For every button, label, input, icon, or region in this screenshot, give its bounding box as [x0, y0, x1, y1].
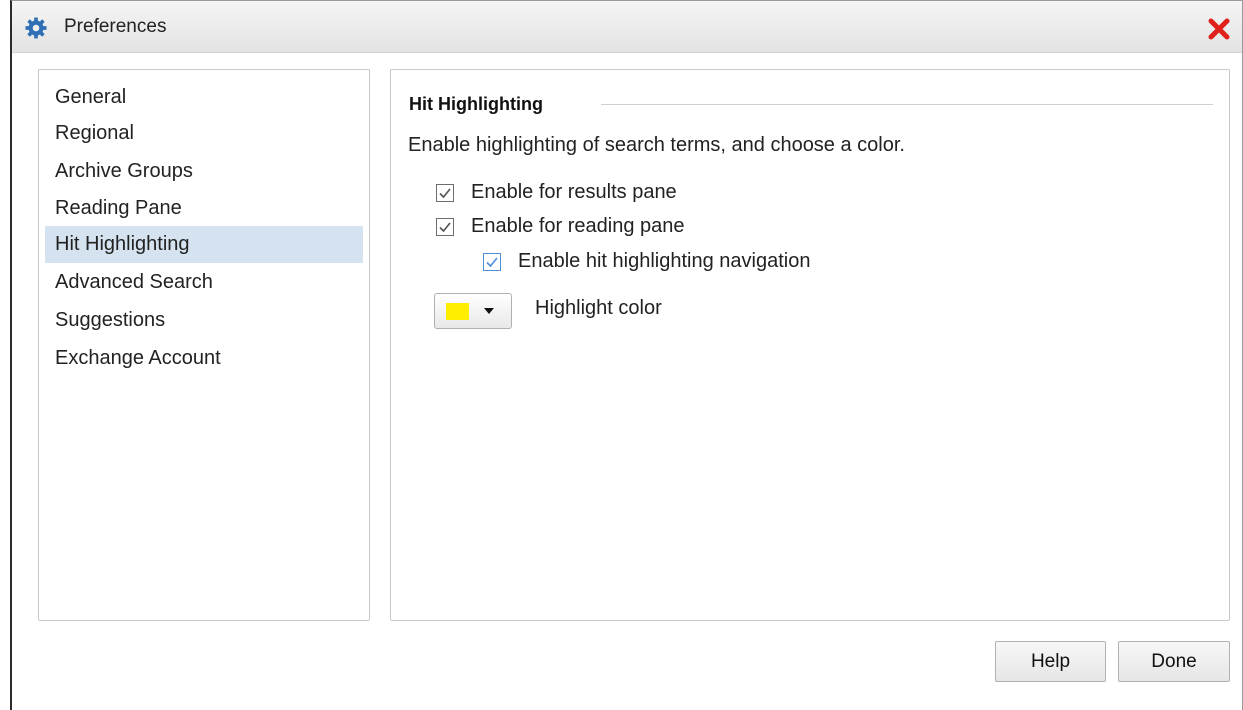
- checkmark-icon: [486, 257, 498, 268]
- checkmark-icon: [439, 188, 451, 199]
- title-bar: Preferences: [12, 1, 1242, 53]
- sidebar-item-archive-groups[interactable]: Archive Groups: [45, 153, 363, 190]
- close-icon[interactable]: [1207, 17, 1231, 41]
- hit-highlighting-panel: Hit Highlighting Enable highlighting of …: [390, 69, 1230, 621]
- section-description: Enable highlighting of search terms, and…: [408, 134, 905, 156]
- preferences-dialog: Preferences General Regional Archive Gro…: [10, 0, 1243, 710]
- color-swatch: [446, 303, 469, 320]
- reading-pane-checkbox[interactable]: [436, 218, 454, 236]
- hit-navigation-checkbox[interactable]: [483, 253, 501, 271]
- help-button[interactable]: Help: [995, 641, 1106, 682]
- sidebar-item-reading-pane[interactable]: Reading Pane: [45, 190, 363, 227]
- done-button[interactable]: Done: [1118, 641, 1230, 682]
- sidebar-item-regional[interactable]: Regional: [45, 115, 363, 152]
- results-pane-label: Enable for results pane: [471, 181, 677, 203]
- window-title: Preferences: [64, 16, 167, 37]
- sidebar-item-exchange-account[interactable]: Exchange Account: [45, 340, 363, 377]
- gear-icon: [25, 17, 47, 39]
- reading-pane-label: Enable for reading pane: [471, 215, 685, 237]
- preferences-category-list: General Regional Archive Groups Reading …: [38, 69, 370, 621]
- highlight-color-dropdown[interactable]: [434, 293, 512, 329]
- highlight-color-label: Highlight color: [535, 297, 662, 319]
- results-pane-checkbox[interactable]: [436, 184, 454, 202]
- chevron-down-icon: [484, 308, 494, 314]
- sidebar-item-suggestions[interactable]: Suggestions: [45, 302, 363, 339]
- sidebar-item-hit-highlighting[interactable]: Hit Highlighting: [45, 226, 363, 263]
- checkmark-icon: [439, 222, 451, 233]
- section-title: Hit Highlighting: [409, 94, 553, 115]
- sidebar-item-advanced-search[interactable]: Advanced Search: [45, 264, 363, 301]
- section-divider: [601, 104, 1213, 105]
- sidebar-item-general[interactable]: General: [45, 79, 363, 116]
- hit-navigation-label: Enable hit highlighting navigation: [518, 250, 811, 272]
